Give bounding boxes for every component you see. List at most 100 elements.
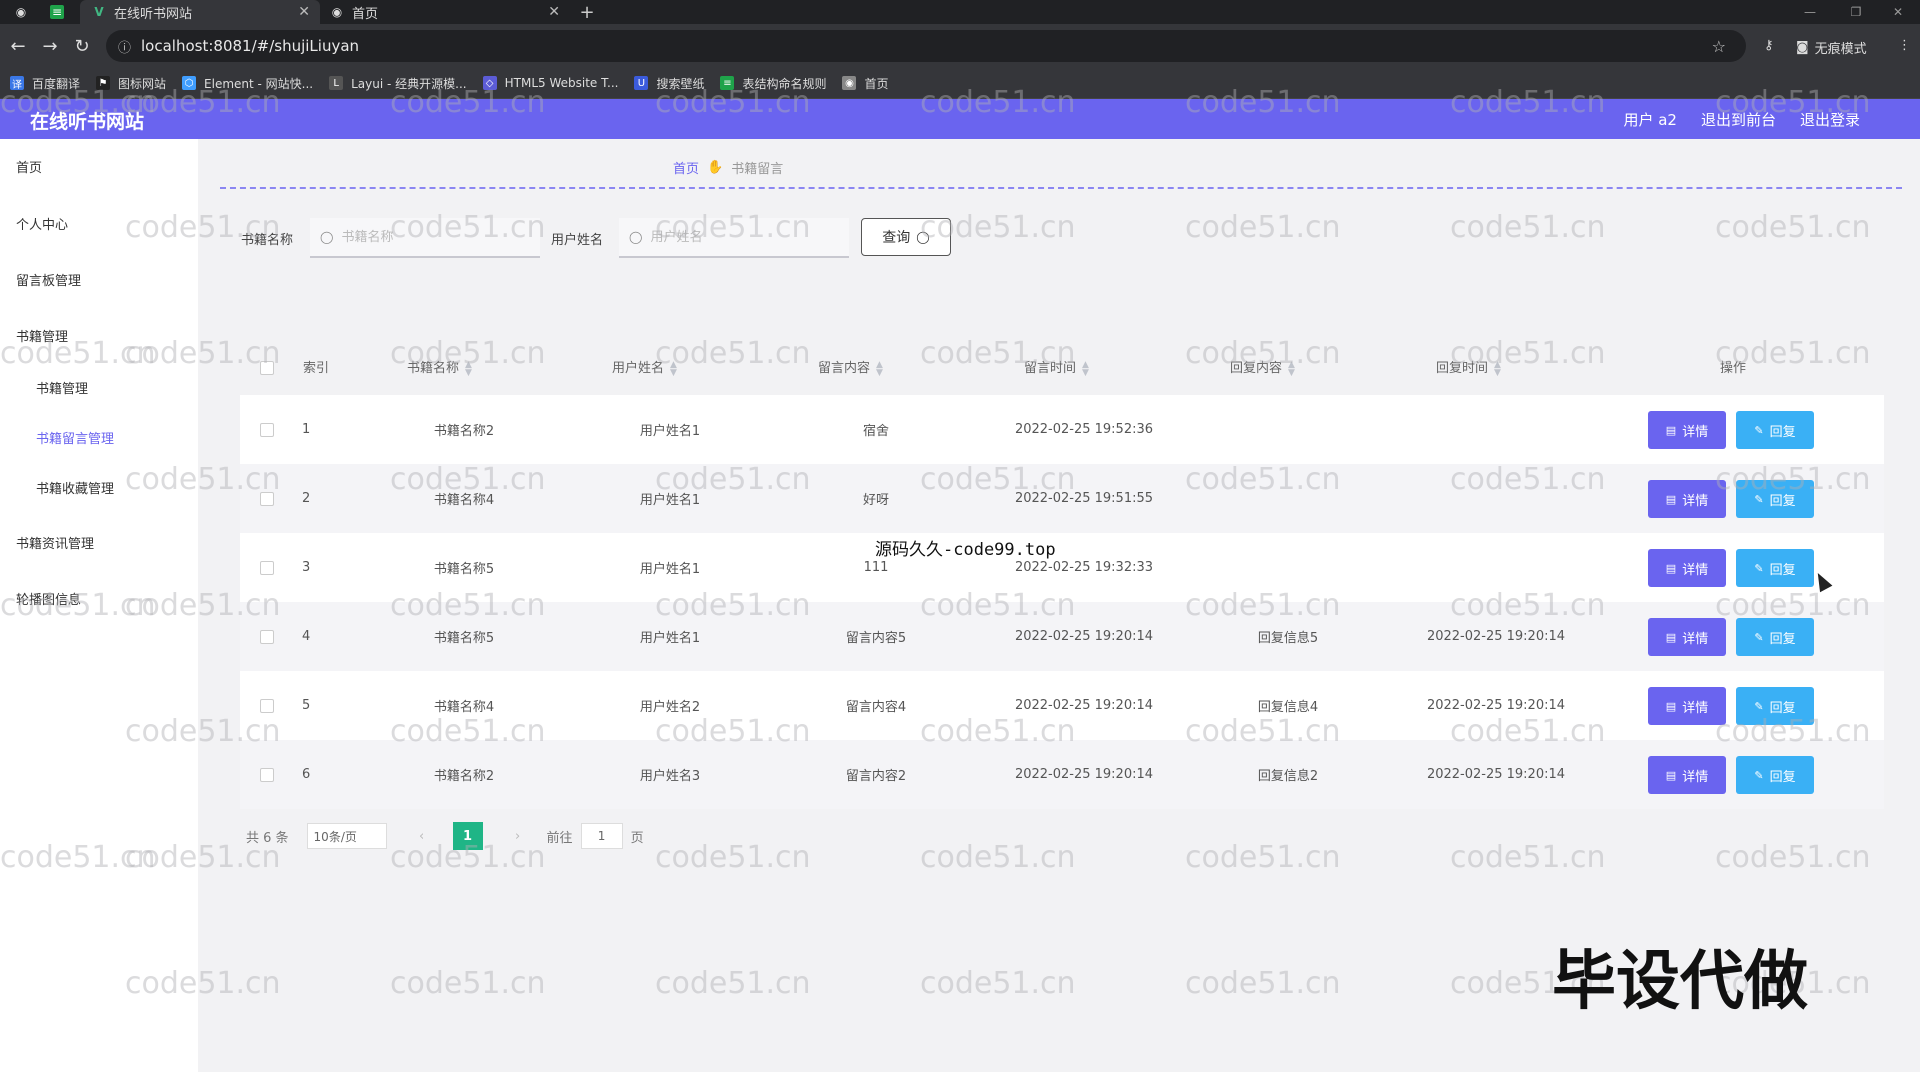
table-row: 6 书籍名称2 用户姓名3 留言内容2 2022-02-25 19:20:14 …	[240, 740, 1884, 809]
sidebar-item-home[interactable]: 首页	[16, 157, 42, 176]
sort-icon[interactable]: ▲ ▼	[670, 360, 677, 377]
incognito-profile[interactable]: ◙ 无痕模式	[1796, 38, 1867, 57]
watermark-text: code51.cn	[920, 840, 1076, 875]
sidebar-subitem-book-comments[interactable]: 书籍留言管理	[36, 428, 114, 447]
reload-icon[interactable]: ↻	[70, 34, 94, 58]
row-checkbox[interactable]	[260, 423, 274, 437]
detail-button[interactable]: ▤ 详情	[1648, 687, 1726, 725]
forward-icon[interactable]: →	[38, 34, 62, 58]
sort-icon[interactable]: ▲ ▼	[1288, 360, 1295, 377]
tab-inactive[interactable]: ◉ 首页 ✕	[330, 0, 570, 24]
close-tab-icon[interactable]: ✕	[298, 4, 310, 20]
detail-button[interactable]: ▤ 详情	[1648, 756, 1726, 794]
row-checkbox[interactable]	[260, 492, 274, 506]
bookmark-item[interactable]: ⬡ Element - 网站快...	[182, 75, 313, 92]
bookmark-item[interactable]: ≡ 表结构命名规则	[720, 75, 826, 92]
book-name-search[interactable]: ◯	[310, 218, 540, 258]
breadcrumb: 首页 ✋ 书籍留言	[673, 158, 783, 177]
row-checkbox[interactable]	[260, 699, 274, 713]
reply-button[interactable]: ✎ 回复	[1736, 549, 1814, 587]
watermark-text: code51.cn	[1715, 840, 1871, 875]
sidebar-item-book-management[interactable]: 书籍管理	[16, 326, 68, 345]
row-checkbox[interactable]	[260, 768, 274, 782]
cell-book: 书籍名称4	[433, 493, 495, 508]
reply-button[interactable]: ✎ 回复	[1736, 618, 1814, 656]
column-header-book[interactable]: 书籍名称 ▲ ▼	[407, 357, 472, 377]
bookmark-item[interactable]: ◉ 首页	[842, 75, 889, 92]
back-to-front-link[interactable]: 退出到前台	[1701, 109, 1776, 130]
detail-button[interactable]: ▤ 详情	[1648, 411, 1726, 449]
search-icon: ◯	[320, 230, 334, 244]
edit-icon: ✎	[1754, 699, 1764, 713]
bookmark-item[interactable]: ◇ HTML5 Website T...	[482, 76, 618, 90]
button-label: 详情	[1682, 700, 1709, 716]
restore-icon[interactable]: ❐	[1836, 0, 1876, 24]
detail-button[interactable]: ▤ 详情	[1648, 549, 1726, 587]
bookmark-item[interactable]: ⚑ 图标网站	[96, 75, 166, 92]
sidebar-subitem-book-favorites[interactable]: 书籍收藏管理	[36, 478, 114, 497]
sort-icon[interactable]: ▲ ▼	[876, 360, 883, 377]
incognito-label: 无痕模式	[1814, 42, 1867, 57]
document-icon: ▤	[1665, 630, 1677, 644]
bookmark-item[interactable]: L Layui - 经典开源模...	[329, 75, 467, 92]
next-page-icon[interactable]: ›	[505, 829, 531, 844]
tab-active[interactable]: V 在线听书网站 ✕	[80, 0, 320, 24]
logout-link[interactable]: 退出登录	[1800, 109, 1860, 130]
sort-icon[interactable]: ▲ ▼	[1082, 360, 1089, 377]
query-button[interactable]: 查询 ◯	[861, 218, 951, 256]
row-checkbox[interactable]	[260, 630, 274, 644]
document-icon: ▤	[1665, 423, 1677, 437]
table-row: 5 书籍名称4 用户姓名2 留言内容4 2022-02-25 19:20:14 …	[240, 671, 1884, 740]
page-number-current[interactable]: 1	[452, 822, 483, 850]
browser-menu-icon[interactable]: ⋮	[1898, 38, 1911, 53]
detail-button[interactable]: ▤ 详情	[1648, 618, 1726, 656]
sidebar-item-message-board[interactable]: 留言板管理	[16, 270, 81, 289]
sidebar-item-personal-center[interactable]: 个人中心	[16, 214, 68, 233]
breadcrumb-home[interactable]: 首页	[673, 158, 699, 177]
key-icon[interactable]: ⚷	[1764, 38, 1774, 53]
cell-time: 2022-02-25 19:20:14	[1014, 629, 1154, 644]
user-name-input[interactable]	[648, 228, 833, 246]
minimize-icon[interactable]: —	[1790, 0, 1830, 24]
url-bar[interactable]: ⓘ localhost:8081/#/shujiLiuyan ☆	[106, 30, 1746, 62]
user-name-search[interactable]: ◯	[619, 218, 849, 258]
close-window-icon[interactable]: ✕	[1878, 0, 1918, 24]
sidebar-subitem-books[interactable]: 书籍管理	[36, 378, 88, 397]
reply-button[interactable]: ✎ 回复	[1736, 411, 1814, 449]
goto-page-input[interactable]: 1	[580, 823, 623, 849]
prev-page-icon[interactable]: ‹	[409, 829, 435, 844]
watermark-text: code51.cn	[1185, 840, 1341, 875]
bookmark-item[interactable]: U 搜索壁纸	[634, 75, 704, 92]
column-header-reply[interactable]: 回复内容 ▲ ▼	[1230, 357, 1295, 377]
page-size-select[interactable]: 10条/页	[306, 823, 387, 849]
sort-icon[interactable]: ▲ ▼	[1494, 360, 1501, 377]
cell-content: 留言内容4	[845, 700, 907, 715]
button-label: 回复	[1769, 769, 1796, 785]
bookmark-item[interactable]: 译 百度翻译	[10, 75, 80, 92]
sidebar-item-book-news[interactable]: 书籍资讯管理	[16, 533, 94, 552]
column-header-time[interactable]: 留言时间 ▲ ▼	[1024, 357, 1089, 377]
pinned-tab-icon[interactable]: ≡	[50, 0, 72, 24]
bookmark-icon: ≡	[720, 76, 735, 90]
document-icon: ▤	[1665, 492, 1677, 506]
reply-button[interactable]: ✎ 回复	[1736, 756, 1814, 794]
column-header-content[interactable]: 留言内容 ▲ ▼	[818, 357, 883, 377]
tab-title: 首页	[352, 6, 379, 22]
column-header-reply-time[interactable]: 回复时间 ▲ ▼	[1436, 357, 1501, 377]
sidebar-item-carousel[interactable]: 轮播图信息	[16, 589, 81, 608]
reply-button[interactable]: ✎ 回复	[1736, 480, 1814, 518]
bookmark-label: 图标网站	[118, 76, 167, 91]
bookmark-star-icon[interactable]: ☆	[1712, 37, 1726, 56]
select-all-checkbox[interactable]	[260, 361, 274, 375]
info-icon[interactable]: ⓘ	[118, 37, 131, 56]
close-tab-icon[interactable]: ✕	[548, 4, 560, 20]
back-icon[interactable]: ←	[6, 34, 30, 58]
column-header-user[interactable]: 用户姓名 ▲ ▼	[612, 357, 677, 377]
detail-button[interactable]: ▤ 详情	[1648, 480, 1726, 518]
book-name-input[interactable]	[339, 228, 524, 246]
sort-icon[interactable]: ▲ ▼	[465, 360, 472, 377]
reply-button[interactable]: ✎ 回复	[1736, 687, 1814, 725]
new-tab-button[interactable]: +	[575, 0, 599, 24]
row-checkbox[interactable]	[260, 561, 274, 575]
goto-suffix: 页	[630, 830, 644, 846]
